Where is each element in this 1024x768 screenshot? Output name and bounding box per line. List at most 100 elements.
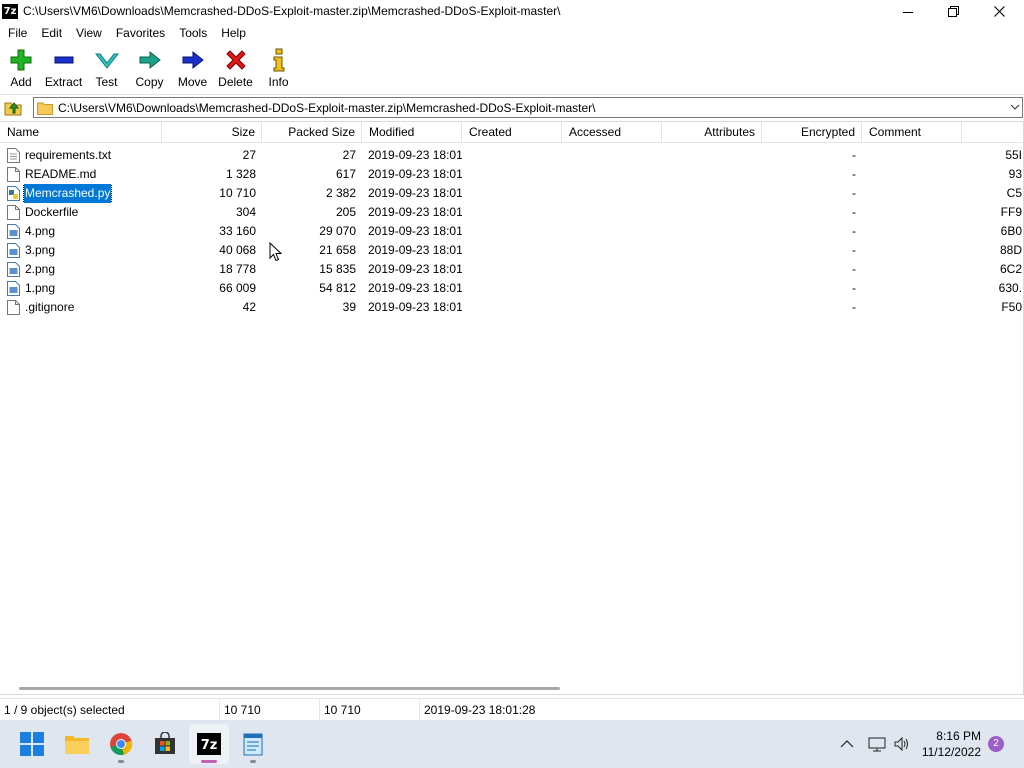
close-button[interactable] <box>976 0 1022 23</box>
menu-view[interactable]: View <box>69 23 109 43</box>
address-bar[interactable]: C:\Users\VM6\Downloads\Memcrashed-DDoS-E… <box>33 97 1023 118</box>
file-row[interactable]: README.md 1 328 617 2019-09-23 18:01 - 93 <box>0 165 1023 184</box>
file-name: README.md <box>25 167 97 181</box>
modified-cell: 2019-09-23 18:01 <box>368 224 462 238</box>
file-row[interactable]: Memcrashed.py 10 710 2 382 2019-09-23 18:01… <box>0 184 1023 203</box>
up-folder-button[interactable] <box>3 98 23 117</box>
packed-size-cell: 2 382 <box>325 186 356 200</box>
name-cell[interactable]: Memcrashed.py <box>7 184 161 203</box>
modified-cell: 2019-09-23 18:01 <box>368 300 462 314</box>
file-row[interactable]: 2.png 18 778 15 835 2019-09-23 18:01 - 6C2 <box>0 260 1023 279</box>
name-cell[interactable]: 4.png <box>7 222 161 241</box>
column-header-name[interactable]: Name <box>0 122 162 143</box>
name-cell[interactable]: Dockerfile <box>7 203 161 222</box>
column-header-encrypted[interactable]: Encrypted <box>762 122 862 143</box>
menu-help[interactable]: Help <box>214 23 253 43</box>
column-header-modified[interactable]: Modified <box>362 122 462 143</box>
size-cell: 66 009 <box>219 281 256 295</box>
size-cell: 304 <box>235 205 256 219</box>
file-row[interactable]: .gitignore 42 39 2019-09-23 18:01 - F50 <box>0 298 1023 317</box>
name-cell[interactable]: 3.png <box>7 241 161 260</box>
status-modified: 2019-09-23 18:01:28 <box>424 703 536 717</box>
column-header-attributes[interactable]: Attributes <box>662 122 762 143</box>
test-button[interactable]: Test <box>85 43 128 93</box>
title-bar: 7z C:\Users\VM6\Downloads\Memcrashed-DDo… <box>0 0 1024 23</box>
info-button[interactable]: Info <box>257 43 300 93</box>
taskbar-7zip[interactable]: 7z <box>189 724 229 764</box>
column-header-created[interactable]: Created <box>462 122 562 143</box>
file-list[interactable]: Name Size Packed Size Modified Created A… <box>0 121 1024 695</box>
file-name: 2.png <box>25 262 56 276</box>
taskbar-store[interactable] <box>145 724 185 764</box>
menu-favorites[interactable]: Favorites <box>109 23 172 43</box>
encrypted-cell: - <box>852 167 856 181</box>
restore-button[interactable] <box>930 0 976 23</box>
name-cell[interactable]: 2.png <box>7 260 161 279</box>
list-header: Name Size Packed Size Modified Created A… <box>0 122 1023 143</box>
clock[interactable]: 8:16 PM 11/12/2022 <box>922 728 981 760</box>
file-row[interactable]: 3.png 40 068 21 658 2019-09-23 18:01-88D <box>0 241 1023 260</box>
file-name: 3.png <box>25 243 56 257</box>
file-row[interactable]: Dockerfile 304 205 2019-09-23 18:01 - FF9 <box>0 203 1023 222</box>
name-cell[interactable]: .gitignore <box>7 298 161 317</box>
file-name: 1.png <box>25 281 56 295</box>
modified-cell: 2019-09-23 18:01 <box>368 262 462 276</box>
file-name: requirements.txt <box>25 148 112 162</box>
menu-tools[interactable]: Tools <box>172 23 214 43</box>
address-path: C:\Users\VM6\Downloads\Memcrashed-DDoS-E… <box>58 101 596 115</box>
minimize-button[interactable] <box>885 0 931 23</box>
name-cell[interactable]: 1.png <box>7 279 161 298</box>
network-icon[interactable] <box>868 736 886 752</box>
column-header-accessed[interactable]: Accessed <box>562 122 662 143</box>
add-button[interactable]: Add <box>0 43 42 93</box>
minimize-icon <box>903 11 913 13</box>
file-row[interactable]: 1.png 66 009 54 812 2019-09-23 18:01 - 630. <box>0 279 1023 298</box>
windows-logo-icon <box>20 732 44 756</box>
delete-x-icon <box>225 50 246 70</box>
crc-cell: FF9 <box>1000 205 1022 219</box>
toolbar: Add Extract Test Copy Move Delete Info <box>0 43 1024 95</box>
7zip-icon: 7z <box>197 733 221 755</box>
menu-bar: File Edit View Favorites Tools Help <box>0 23 1024 43</box>
crc-cell: 88D <box>999 243 1022 257</box>
notification-badge[interactable]: 2 <box>988 736 1004 752</box>
file-row[interactable]: 4.png 33 160 29 070 2019-09-23 18:01 - 6B0 <box>0 222 1023 241</box>
delete-button[interactable]: Delete <box>214 43 257 93</box>
store-icon <box>155 732 175 754</box>
start-button[interactable] <box>12 724 52 764</box>
scrollbar-thumb[interactable] <box>19 687 560 690</box>
column-header-size[interactable]: Size <box>162 122 262 143</box>
column-header-comment[interactable]: Comment <box>862 122 962 143</box>
taskbar-notepad[interactable] <box>233 724 273 764</box>
name-cell[interactable]: README.md <box>7 165 161 184</box>
menu-edit[interactable]: Edit <box>34 23 69 43</box>
crc-cell: 6C2 <box>999 262 1022 276</box>
name-cell[interactable]: requirements.txt <box>7 146 161 165</box>
size-cell: 42 <box>242 300 256 314</box>
horizontal-scrollbar[interactable] <box>0 681 1023 694</box>
image-file-icon <box>7 281 20 296</box>
file-row[interactable]: requirements.txt 27 27 2019-09-23 18:01 - 55I <box>0 146 1023 165</box>
image-file-icon <box>7 262 20 277</box>
size-cell: 27 <box>242 148 256 162</box>
crc-cell: 93 <box>1008 167 1022 181</box>
size-cell: 10 710 <box>219 186 256 200</box>
copy-button[interactable]: Copy <box>128 43 171 93</box>
clock-date: 11/12/2022 <box>921 745 981 759</box>
crc-cell: 55I <box>1005 148 1022 162</box>
checkmark-icon <box>94 53 119 69</box>
volume-icon[interactable] <box>893 736 911 752</box>
menu-file[interactable]: File <box>0 23 34 43</box>
packed-size-cell: 54 812 <box>319 281 356 295</box>
move-button[interactable]: Move <box>171 43 214 93</box>
extract-button[interactable]: Extract <box>42 43 85 93</box>
size-cell: 33 160 <box>219 224 256 238</box>
chevron-up-icon[interactable] <box>840 739 854 749</box>
status-packed: 10 710 <box>320 699 420 721</box>
taskbar-chrome[interactable] <box>101 724 141 764</box>
file-name: Memcrashed.py <box>22 184 113 203</box>
7zip-app-icon[interactable]: 7z <box>2 4 18 19</box>
system-tray <box>840 720 911 768</box>
column-header-packed-size[interactable]: Packed Size <box>262 122 362 143</box>
taskbar-file-explorer[interactable] <box>57 724 97 764</box>
